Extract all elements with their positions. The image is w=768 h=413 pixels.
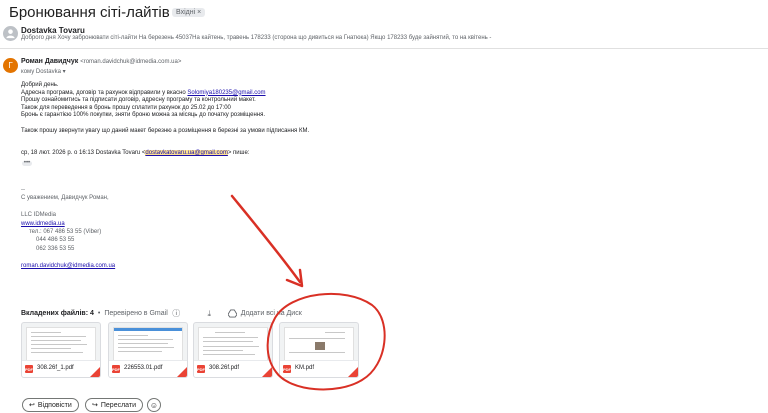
annotation-arrow-line: [230, 194, 302, 284]
annotation-arrow-head: [285, 268, 304, 288]
annotation-circle: [266, 292, 386, 391]
annotation-overlay: [230, 194, 386, 391]
